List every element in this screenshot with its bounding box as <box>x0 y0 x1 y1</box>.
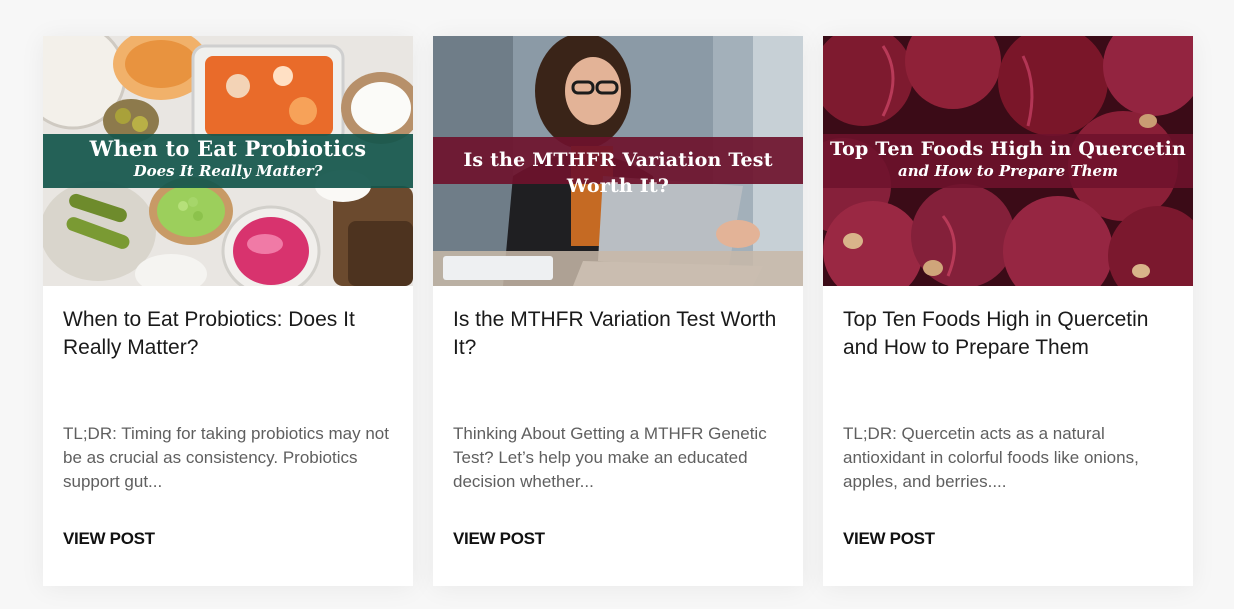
post-thumbnail[interactable]: When to Eat Probiotics Does It Really Ma… <box>43 36 413 286</box>
post-thumbnail[interactable]: Is the MTHFR Variation Test Worth It? <box>433 36 803 286</box>
image-banner-subtitle: Does It Really Matter? <box>133 162 323 180</box>
blog-post-grid: When to Eat Probiotics Does It Really Ma… <box>0 0 1234 609</box>
image-banner-title: Top Ten Foods High in Quercetin <box>829 138 1187 160</box>
image-banner: Top Ten Foods High in Quercetin and How … <box>823 134 1193 188</box>
view-post-link[interactable]: VIEW POST <box>843 529 935 549</box>
image-banner-title: When to Eat Probiotics <box>89 136 367 161</box>
view-post-link[interactable]: VIEW POST <box>63 529 155 549</box>
blog-post-card[interactable]: Top Ten Foods High in Quercetin and How … <box>823 36 1193 586</box>
post-excerpt: TL;DR: Quercetin acts as a natural antio… <box>843 424 1139 491</box>
image-banner-subtitle: and How to Prepare Them <box>898 162 1118 180</box>
image-banner: When to Eat Probiotics Does It Really Ma… <box>43 134 413 188</box>
post-title[interactable]: Top Ten Foods High in Quercetin and How … <box>843 306 1173 362</box>
post-thumbnail[interactable]: Top Ten Foods High in Quercetin and How … <box>823 36 1193 286</box>
blog-post-card[interactable]: Is the MTHFR Variation Test Worth It? Is… <box>433 36 803 586</box>
post-excerpt: Thinking About Getting a MTHFR Genetic T… <box>453 424 767 491</box>
image-banner-title: Is the MTHFR Variation Test Worth It? <box>463 149 773 197</box>
blog-post-card[interactable]: When to Eat Probiotics Does It Really Ma… <box>43 36 413 586</box>
post-title[interactable]: When to Eat Probiotics: Does It Really M… <box>63 306 393 362</box>
post-excerpt: TL;DR: Timing for taking probiotics may … <box>63 424 389 491</box>
view-post-link[interactable]: VIEW POST <box>453 529 545 549</box>
post-title[interactable]: Is the MTHFR Variation Test Worth It? <box>453 306 783 362</box>
image-banner: Is the MTHFR Variation Test Worth It? <box>433 137 803 197</box>
